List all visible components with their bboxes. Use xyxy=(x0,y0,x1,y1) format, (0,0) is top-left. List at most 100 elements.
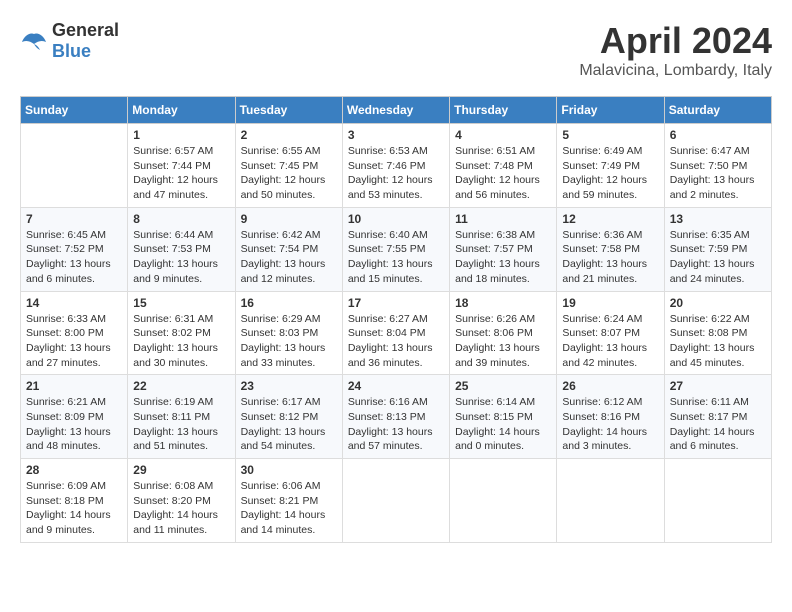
day-number: 26 xyxy=(562,379,658,393)
calendar-cell: 30 Sunrise: 6:06 AM Sunset: 8:21 PM Dayli… xyxy=(235,459,342,543)
calendar-cell: 21 Sunrise: 6:21 AM Sunset: 8:09 PM Dayli… xyxy=(21,375,128,459)
day-info: Sunrise: 6:42 AM Sunset: 7:54 PM Dayligh… xyxy=(241,228,337,287)
calendar-week-row: 21 Sunrise: 6:21 AM Sunset: 8:09 PM Dayli… xyxy=(21,375,772,459)
day-info: Sunrise: 6:09 AM Sunset: 8:18 PM Dayligh… xyxy=(26,479,122,538)
day-number: 19 xyxy=(562,296,658,310)
calendar-cell: 19 Sunrise: 6:24 AM Sunset: 8:07 PM Dayli… xyxy=(557,291,664,375)
day-info: Sunrise: 6:47 AM Sunset: 7:50 PM Dayligh… xyxy=(670,144,766,203)
day-info: Sunrise: 6:53 AM Sunset: 7:46 PM Dayligh… xyxy=(348,144,444,203)
day-number: 20 xyxy=(670,296,766,310)
day-info: Sunrise: 6:19 AM Sunset: 8:11 PM Dayligh… xyxy=(133,395,229,454)
calendar-week-row: 1Sunrise: 6:57 AM Sunset: 7:44 PM Daylig… xyxy=(21,124,772,208)
day-number: 21 xyxy=(26,379,122,393)
calendar-cell: 11 Sunrise: 6:38 AM Sunset: 7:57 PM Dayli… xyxy=(450,207,557,291)
logo-general: General xyxy=(52,20,119,40)
calendar-cell: 5 Sunrise: 6:49 AM Sunset: 7:49 PM Daylig… xyxy=(557,124,664,208)
calendar-cell xyxy=(21,124,128,208)
calendar-cell: 23 Sunrise: 6:17 AM Sunset: 8:12 PM Dayli… xyxy=(235,375,342,459)
calendar-week-row: 14 Sunrise: 6:33 AM Sunset: 8:00 PM Dayli… xyxy=(21,291,772,375)
day-info: Sunrise: 6:06 AM Sunset: 8:21 PM Dayligh… xyxy=(241,479,337,538)
day-info: Sunrise: 6:36 AM Sunset: 7:58 PM Dayligh… xyxy=(562,228,658,287)
calendar-cell: 13 Sunrise: 6:35 AM Sunset: 7:59 PM Dayli… xyxy=(664,207,771,291)
day-info: Sunrise: 6:21 AM Sunset: 8:09 PM Dayligh… xyxy=(26,395,122,454)
calendar-week-row: 28 Sunrise: 6:09 AM Sunset: 8:18 PM Dayli… xyxy=(21,459,772,543)
day-number: 13 xyxy=(670,212,766,226)
day-info: Sunrise: 6:33 AM Sunset: 8:00 PM Dayligh… xyxy=(26,312,122,371)
calendar-cell: 2 Sunrise: 6:55 AM Sunset: 7:45 PM Daylig… xyxy=(235,124,342,208)
day-info: Sunrise: 6:22 AM Sunset: 8:08 PM Dayligh… xyxy=(670,312,766,371)
day-info: Sunrise: 6:29 AM Sunset: 8:03 PM Dayligh… xyxy=(241,312,337,371)
calendar-cell: 27Sunrise: 6:11 AM Sunset: 8:17 PM Dayli… xyxy=(664,375,771,459)
logo: General Blue xyxy=(20,20,119,62)
day-info: Sunrise: 6:40 AM Sunset: 7:55 PM Dayligh… xyxy=(348,228,444,287)
day-number: 14 xyxy=(26,296,122,310)
calendar-cell: 25 Sunrise: 6:14 AM Sunset: 8:15 PM Dayli… xyxy=(450,375,557,459)
day-number: 29 xyxy=(133,463,229,477)
day-number: 27 xyxy=(670,379,766,393)
calendar-cell: 4 Sunrise: 6:51 AM Sunset: 7:48 PM Daylig… xyxy=(450,124,557,208)
day-info: Sunrise: 6:14 AM Sunset: 8:15 PM Dayligh… xyxy=(455,395,551,454)
day-info: Sunrise: 6:26 AM Sunset: 8:06 PM Dayligh… xyxy=(455,312,551,371)
month-year-title: April 2024 xyxy=(579,20,772,62)
day-number: 11 xyxy=(455,212,551,226)
calendar-cell: 16 Sunrise: 6:29 AM Sunset: 8:03 PM Dayli… xyxy=(235,291,342,375)
calendar-cell: 14 Sunrise: 6:33 AM Sunset: 8:00 PM Dayli… xyxy=(21,291,128,375)
day-info: Sunrise: 6:57 AM Sunset: 7:44 PM Dayligh… xyxy=(133,144,229,203)
location-subtitle: Malavicina, Lombardy, Italy xyxy=(579,62,772,80)
day-number: 23 xyxy=(241,379,337,393)
day-info: Sunrise: 6:51 AM Sunset: 7:48 PM Dayligh… xyxy=(455,144,551,203)
calendar-cell: 3 Sunrise: 6:53 AM Sunset: 7:46 PM Daylig… xyxy=(342,124,449,208)
day-number: 10 xyxy=(348,212,444,226)
day-info: Sunrise: 6:12 AM Sunset: 8:16 PM Dayligh… xyxy=(562,395,658,454)
day-info: Sunrise: 6:44 AM Sunset: 7:53 PM Dayligh… xyxy=(133,228,229,287)
day-info: Sunrise: 6:27 AM Sunset: 8:04 PM Dayligh… xyxy=(348,312,444,371)
day-info: Sunrise: 6:17 AM Sunset: 8:12 PM Dayligh… xyxy=(241,395,337,454)
day-number: 28 xyxy=(26,463,122,477)
calendar-cell: 10 Sunrise: 6:40 AM Sunset: 7:55 PM Dayli… xyxy=(342,207,449,291)
calendar-table: SundayMondayTuesdayWednesdayThursdayFrid… xyxy=(20,96,772,543)
day-number: 30 xyxy=(241,463,337,477)
weekday-header: Saturday xyxy=(664,97,771,124)
day-number: 17 xyxy=(348,296,444,310)
day-info: Sunrise: 6:38 AM Sunset: 7:57 PM Dayligh… xyxy=(455,228,551,287)
calendar-cell: 22Sunrise: 6:19 AM Sunset: 8:11 PM Dayli… xyxy=(128,375,235,459)
calendar-cell: 6 Sunrise: 6:47 AM Sunset: 7:50 PM Daylig… xyxy=(664,124,771,208)
calendar-cell: 15 Sunrise: 6:31 AM Sunset: 8:02 PM Dayli… xyxy=(128,291,235,375)
calendar-week-row: 7 Sunrise: 6:45 AM Sunset: 7:52 PM Daylig… xyxy=(21,207,772,291)
weekday-header: Friday xyxy=(557,97,664,124)
calendar-cell: 26 Sunrise: 6:12 AM Sunset: 8:16 PM Dayli… xyxy=(557,375,664,459)
day-info: Sunrise: 6:55 AM Sunset: 7:45 PM Dayligh… xyxy=(241,144,337,203)
calendar-cell: 28 Sunrise: 6:09 AM Sunset: 8:18 PM Dayli… xyxy=(21,459,128,543)
calendar-cell: 24Sunrise: 6:16 AM Sunset: 8:13 PM Dayli… xyxy=(342,375,449,459)
calendar-cell xyxy=(450,459,557,543)
day-info: Sunrise: 6:49 AM Sunset: 7:49 PM Dayligh… xyxy=(562,144,658,203)
day-number: 3 xyxy=(348,128,444,142)
weekday-header: Monday xyxy=(128,97,235,124)
day-number: 25 xyxy=(455,379,551,393)
weekday-header: Thursday xyxy=(450,97,557,124)
weekday-header: Sunday xyxy=(21,97,128,124)
day-info: Sunrise: 6:31 AM Sunset: 8:02 PM Dayligh… xyxy=(133,312,229,371)
day-number: 2 xyxy=(241,128,337,142)
header: General Blue April 2024 Malavicina, Lomb… xyxy=(20,20,772,80)
day-number: 15 xyxy=(133,296,229,310)
calendar-cell: 29 Sunrise: 6:08 AM Sunset: 8:20 PM Dayli… xyxy=(128,459,235,543)
calendar-cell: 1Sunrise: 6:57 AM Sunset: 7:44 PM Daylig… xyxy=(128,124,235,208)
day-number: 18 xyxy=(455,296,551,310)
day-info: Sunrise: 6:08 AM Sunset: 8:20 PM Dayligh… xyxy=(133,479,229,538)
day-info: Sunrise: 6:35 AM Sunset: 7:59 PM Dayligh… xyxy=(670,228,766,287)
logo-text: General Blue xyxy=(52,20,119,62)
weekday-header: Tuesday xyxy=(235,97,342,124)
day-number: 6 xyxy=(670,128,766,142)
calendar-cell xyxy=(342,459,449,543)
calendar-cell: 9Sunrise: 6:42 AM Sunset: 7:54 PM Daylig… xyxy=(235,207,342,291)
day-info: Sunrise: 6:24 AM Sunset: 8:07 PM Dayligh… xyxy=(562,312,658,371)
calendar-cell: 18 Sunrise: 6:26 AM Sunset: 8:06 PM Dayli… xyxy=(450,291,557,375)
day-info: Sunrise: 6:16 AM Sunset: 8:13 PM Dayligh… xyxy=(348,395,444,454)
day-number: 4 xyxy=(455,128,551,142)
day-number: 5 xyxy=(562,128,658,142)
day-info: Sunrise: 6:45 AM Sunset: 7:52 PM Dayligh… xyxy=(26,228,122,287)
day-number: 7 xyxy=(26,212,122,226)
day-number: 16 xyxy=(241,296,337,310)
day-number: 12 xyxy=(562,212,658,226)
